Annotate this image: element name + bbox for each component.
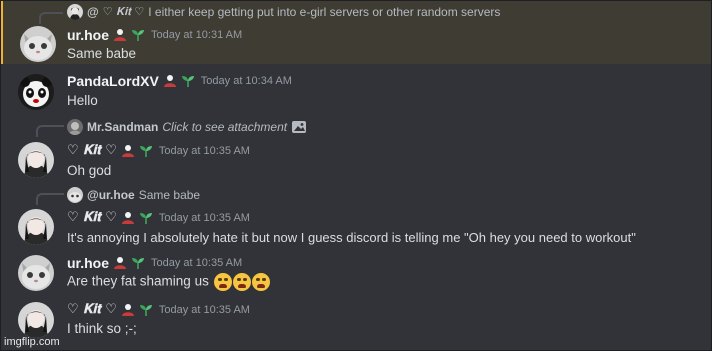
username[interactable]: ur.hoe: [67, 255, 109, 271]
timestamp[interactable]: Today at 10:35 AM: [151, 257, 242, 269]
timestamp[interactable]: Today at 10:31 AM: [151, 29, 242, 41]
person-silhouette-icon: [113, 256, 127, 270]
username[interactable]: ur.hoe: [67, 27, 109, 43]
reply-avatar: [67, 4, 83, 20]
timestamp[interactable]: Today at 10:35 AM: [159, 145, 250, 157]
timestamp[interactable]: Today at 10:35 AM: [159, 304, 250, 316]
avatar[interactable]: [20, 26, 56, 62]
person-silhouette-icon: [121, 211, 135, 225]
reply-preview[interactable]: Mr.Sandman Click to see attachment: [67, 119, 307, 135]
reply-connector: [36, 125, 64, 137]
sprout-icon: [139, 144, 153, 158]
reply-text: I either keep getting put into e-girl se…: [148, 5, 501, 19]
message-header: ur.hoe Today at 10:31 AM: [67, 27, 242, 43]
avatar[interactable]: [18, 74, 54, 110]
message[interactable]: PandaLordXV Today at 10:34 AM Hello: [0, 64, 712, 116]
avatar[interactable]: [18, 255, 54, 291]
username[interactable]: ♡ 𝐊𝐢𝐭 ♡: [67, 143, 117, 158]
loudly-crying-face-emoji[interactable]: [232, 273, 251, 291]
message-body: Are they fat shaming us: [67, 273, 270, 291]
reply-preview[interactable]: @ur.hoe Same babe: [67, 187, 200, 203]
message-header: ♡ 𝐊𝐢𝐭 ♡ Today at 10:35 AM: [67, 302, 250, 317]
message-header: ♡ 𝐊𝐢𝐭 ♡ Today at 10:35 AM: [67, 210, 250, 225]
username[interactable]: ♡ 𝐊𝐢𝐭 ♡: [67, 302, 117, 317]
username[interactable]: ♡ 𝐊𝐢𝐭 ♡: [67, 210, 117, 225]
person-silhouette-icon: [121, 303, 135, 317]
sprout-icon: [139, 303, 153, 317]
message-text: I think so ;-;: [67, 321, 137, 336]
person-silhouette-icon: [113, 28, 127, 42]
reply-author[interactable]: Mr.Sandman: [87, 120, 158, 134]
message-text: Oh god: [67, 163, 112, 178]
message[interactable]: @ur.hoe Same babe ♡ 𝐊𝐢𝐭 ♡ Today at 10:35…: [0, 184, 712, 250]
reply-avatar: [67, 119, 83, 135]
reply-preview[interactable]: @ ♡ 𝐊𝐢𝐭 ♡ I either keep getting put into…: [67, 4, 500, 20]
sprout-icon: [139, 211, 153, 225]
sprout-icon: [131, 28, 145, 42]
username[interactable]: PandaLordXV: [67, 73, 159, 89]
message-text: Same babe: [67, 46, 137, 61]
reply-avatar: [67, 187, 83, 203]
loudly-crying-face-emoji[interactable]: [251, 273, 270, 291]
reply-author[interactable]: ♡ 𝐊𝐢𝐭 ♡: [103, 5, 145, 19]
message-text: Hello: [67, 93, 98, 108]
reply-text[interactable]: Click to see attachment: [162, 120, 287, 134]
timestamp[interactable]: Today at 10:34 AM: [201, 75, 292, 87]
loudly-crying-face-emoji[interactable]: [213, 273, 232, 291]
reply-text: Same babe: [138, 188, 201, 202]
reply-author[interactable]: @ur.hoe: [87, 188, 135, 202]
reply-mention-prefix: @: [87, 5, 99, 19]
avatar[interactable]: [18, 302, 54, 338]
message[interactable]: ur.hoe Today at 10:35 AM Are they fat sh…: [0, 250, 712, 298]
image-icon: [291, 120, 307, 134]
message-text: Are they fat shaming us: [67, 273, 209, 289]
avatar[interactable]: [18, 209, 54, 245]
message-header: ur.hoe Today at 10:35 AM: [67, 255, 242, 271]
message[interactable]: Mr.Sandman Click to see attachment ♡ 𝐊𝐢𝐭…: [0, 116, 712, 184]
person-silhouette-icon: [121, 144, 135, 158]
avatar[interactable]: [18, 142, 54, 178]
reply-connector: [39, 12, 63, 24]
message[interactable]: ♡ 𝐊𝐢𝐭 ♡ Today at 10:35 AM I think so ;-;: [0, 298, 712, 351]
reply-connector: [36, 193, 64, 205]
message-text: It's annoying I absolutely hate it but n…: [67, 230, 636, 245]
message-header: ♡ 𝐊𝐢𝐭 ♡ Today at 10:35 AM: [67, 143, 250, 158]
watermark: imgflip.com: [4, 336, 60, 348]
message-highlighted[interactable]: @ ♡ 𝐊𝐢𝐭 ♡ I either keep getting put into…: [0, 0, 712, 64]
sprout-icon: [181, 74, 195, 88]
sprout-icon: [131, 256, 145, 270]
person-silhouette-icon: [163, 74, 177, 88]
message-header: PandaLordXV Today at 10:34 AM: [67, 73, 292, 89]
timestamp[interactable]: Today at 10:35 AM: [159, 212, 250, 224]
